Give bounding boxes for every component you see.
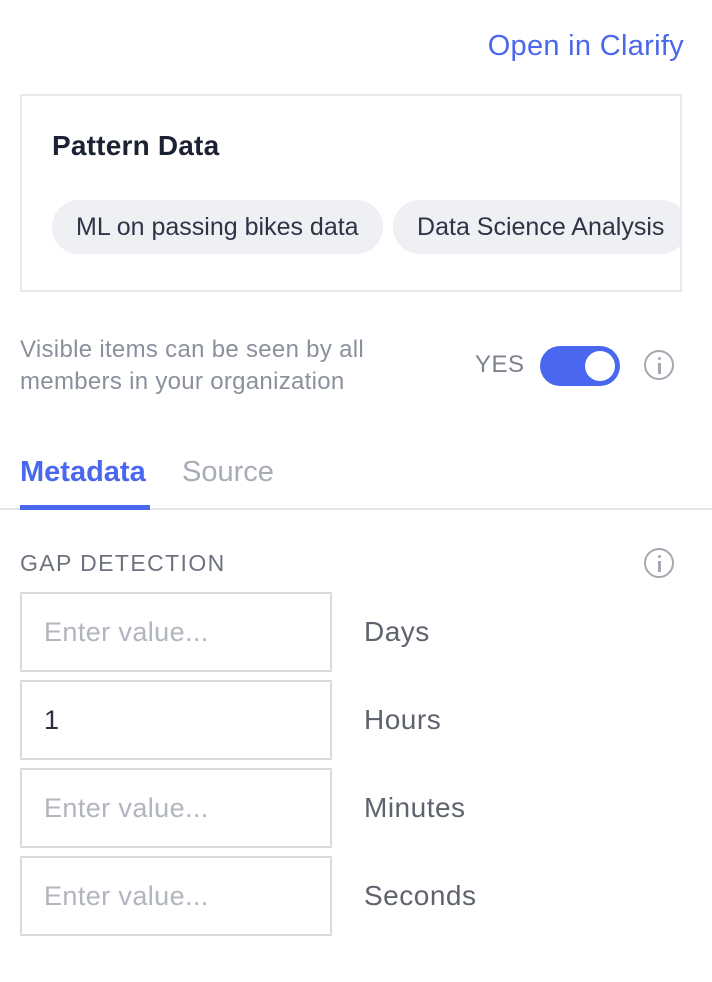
seconds-input[interactable] — [20, 856, 332, 936]
days-input[interactable] — [20, 592, 332, 672]
hours-unit-label: Hours — [364, 704, 442, 735]
info-icon[interactable] — [644, 548, 674, 578]
card-title: Pattern Data — [52, 130, 220, 161]
minutes-input[interactable] — [20, 768, 332, 848]
chip-ml-on-passing-bikes[interactable]: ML on passing bikes data — [52, 200, 383, 254]
days-row: Days — [20, 592, 520, 672]
minutes-unit-label: Minutes — [364, 792, 466, 823]
toggle-knob — [585, 351, 615, 381]
tab-metadata[interactable]: Metadata — [20, 456, 146, 489]
seconds-row: Seconds — [20, 856, 520, 936]
chip-data-science-analysis[interactable]: Data Science Analysis — [393, 200, 680, 254]
visibility-state-label: YES — [475, 351, 525, 378]
active-tab-indicator — [20, 505, 150, 510]
hours-row: Hours — [20, 680, 520, 760]
minutes-row: Minutes — [20, 768, 520, 848]
tab-bar: Metadata Source — [0, 440, 712, 510]
pattern-data-card: Pattern Data ML on passing bikes data Da… — [20, 94, 682, 292]
days-unit-label: Days — [364, 616, 430, 647]
tab-source[interactable]: Source — [182, 456, 274, 489]
info-icon[interactable] — [644, 350, 674, 380]
visibility-description: Visible items can be seen by all members… — [20, 336, 365, 395]
open-in-clarify-link[interactable]: Open in Clarify — [488, 30, 684, 63]
visibility-toggle[interactable] — [540, 346, 620, 386]
seconds-unit-label: Seconds — [364, 880, 477, 911]
chip-list: ML on passing bikes data Data Science An… — [52, 200, 680, 254]
item-details-panel: Open in Clarify Pattern Data ML on passi… — [0, 0, 712, 982]
gap-detection-label: GAP DETECTION — [20, 550, 226, 576]
hours-input[interactable] — [20, 680, 332, 760]
